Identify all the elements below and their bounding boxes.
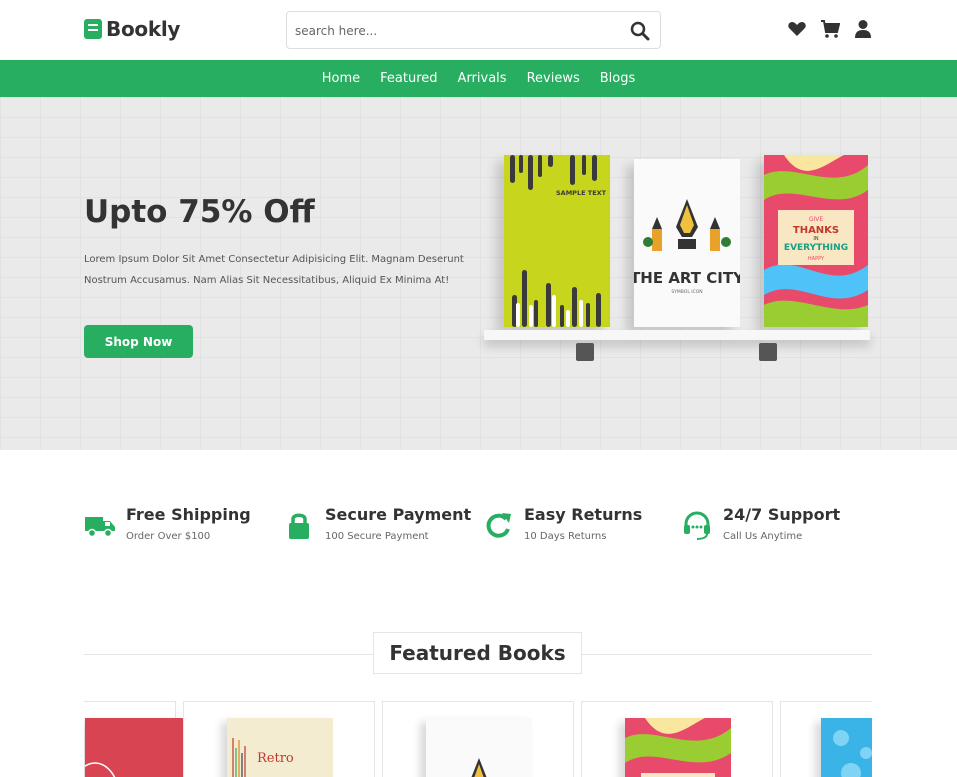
book-art-thanks-small xyxy=(625,718,731,777)
featured-books-heading: Featured Books xyxy=(373,632,582,674)
heart-icon[interactable] xyxy=(787,19,807,39)
lock-icon xyxy=(289,513,309,539)
book-card[interactable] xyxy=(84,701,191,777)
logo-text: Bookly xyxy=(106,17,181,41)
svg-text:THANKS: THANKS xyxy=(793,225,839,236)
truck-icon xyxy=(85,517,115,538)
svg-text:SYMBOL ICON: SYMBOL ICON xyxy=(671,289,702,295)
book-cover xyxy=(426,718,532,777)
svg-text:SAMPLE TEXT: SAMPLE TEXT xyxy=(556,189,607,197)
book-art-red xyxy=(84,718,191,777)
book-art-artcity-small xyxy=(426,718,532,777)
main-nav: Home Featured Arrivals Reviews Blogs xyxy=(0,60,957,97)
feature-easy-returns: Easy Returns 10 Days Returns xyxy=(482,505,642,542)
header: Bookly xyxy=(0,0,957,60)
nav-featured[interactable]: Featured xyxy=(370,71,447,86)
book-cover xyxy=(821,718,872,777)
book-cover: Retro xyxy=(227,718,333,777)
feature-subtitle: Call Us Anytime xyxy=(723,531,803,542)
book-art-bubbles xyxy=(821,718,872,777)
book-art-lime: SAMPLE TEXT xyxy=(504,155,610,327)
svg-text:IN: IN xyxy=(813,236,818,242)
book-icon xyxy=(84,19,102,39)
nav-reviews[interactable]: Reviews xyxy=(517,71,590,86)
feature-subtitle: 100 Secure Payment xyxy=(325,531,429,542)
book-shelf: SAMPLE TEXT THE ART CITY SYMBOL ICON GIV… xyxy=(484,155,874,405)
redo-icon xyxy=(486,513,511,538)
book-art-artcity: THE ART CITY SYMBOL ICON xyxy=(630,159,745,327)
features-row: Free Shipping Order Over $100 Secure Pay… xyxy=(84,505,874,550)
feature-support: 24/7 Support Call Us Anytime xyxy=(681,505,840,542)
book-cover-art-city[interactable]: THE ART CITY SYMBOL ICON xyxy=(630,159,745,327)
header-icons xyxy=(787,19,873,39)
feature-title: Easy Returns xyxy=(524,505,643,524)
svg-text:HAPPY: HAPPY xyxy=(808,256,825,262)
book-card[interactable]: Retro xyxy=(183,701,375,777)
nav-home[interactable]: Home xyxy=(312,71,370,86)
featured-books-slider: Retro xyxy=(84,701,872,777)
book-art-retro: Retro xyxy=(227,718,333,777)
book-card[interactable] xyxy=(581,701,773,777)
book-card[interactable] xyxy=(780,701,872,777)
feature-secure-payment: Secure Payment 100 Secure Payment xyxy=(283,505,471,542)
hero-title: Upto 75% Off xyxy=(84,194,315,230)
search-input[interactable] xyxy=(295,21,615,41)
book-cover-give-thanks[interactable]: GIVE THANKS IN EVERYTHING HAPPY xyxy=(764,155,868,327)
hero-text: Lorem Ipsum Dolor Sit Amet Consectetur A… xyxy=(84,254,464,286)
feature-title: Secure Payment xyxy=(325,505,472,524)
svg-text:THE ART CITY: THE ART CITY xyxy=(634,269,740,287)
cart-icon[interactable] xyxy=(820,19,840,39)
book-art-thanks: GIVE THANKS IN EVERYTHING HAPPY xyxy=(764,155,868,327)
book-card[interactable] xyxy=(382,701,574,777)
user-icon[interactable] xyxy=(853,19,873,39)
feature-subtitle: Order Over $100 xyxy=(126,531,211,542)
search-box xyxy=(286,11,661,49)
book-cover-sample[interactable]: SAMPLE TEXT xyxy=(504,155,610,327)
svg-text:EVERYTHING: EVERYTHING xyxy=(784,243,848,253)
search-icon[interactable] xyxy=(630,21,650,41)
logo[interactable]: Bookly xyxy=(84,17,180,41)
svg-text:GIVE: GIVE xyxy=(809,216,824,223)
svg-text:Retro: Retro xyxy=(257,751,294,766)
headset-icon xyxy=(684,511,710,540)
hero-banner: Upto 75% Off Lorem Ipsum Dolor Sit Amet … xyxy=(0,97,957,450)
book-cover xyxy=(625,718,731,777)
shop-now-button[interactable]: Shop Now xyxy=(84,325,193,358)
feature-free-shipping: Free Shipping Order Over $100 xyxy=(84,505,251,542)
shelf-bracket-right xyxy=(759,343,777,361)
feature-title: Free Shipping xyxy=(126,505,251,524)
book-cover xyxy=(84,718,191,777)
nav-arrivals[interactable]: Arrivals xyxy=(448,71,517,86)
shelf-board xyxy=(484,330,870,340)
shelf-bracket-left xyxy=(576,343,594,361)
feature-title: 24/7 Support xyxy=(723,505,841,524)
nav-blogs[interactable]: Blogs xyxy=(590,71,646,86)
feature-subtitle: 10 Days Returns xyxy=(524,531,607,542)
